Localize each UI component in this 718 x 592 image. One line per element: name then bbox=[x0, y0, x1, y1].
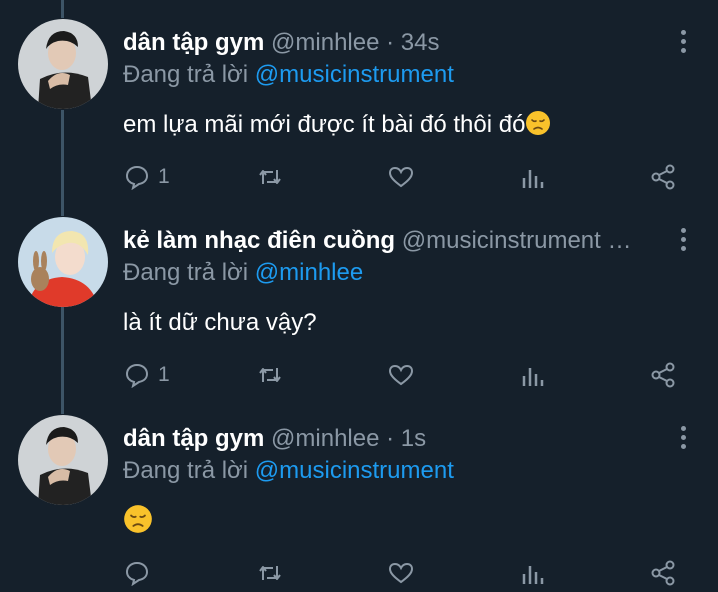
like-icon bbox=[388, 562, 414, 584]
like-button[interactable] bbox=[388, 360, 414, 390]
share-button[interactable] bbox=[650, 558, 676, 588]
more-icon[interactable] bbox=[680, 228, 688, 255]
like-button[interactable] bbox=[388, 162, 414, 192]
like-icon bbox=[388, 166, 414, 188]
reply-count: 1 bbox=[158, 165, 170, 188]
share-button[interactable] bbox=[650, 360, 676, 390]
reply-icon bbox=[125, 561, 149, 586]
like-button[interactable] bbox=[388, 558, 414, 588]
tweet-header: dân tập gym @minhlee · 1s bbox=[123, 422, 666, 456]
replying-to: Đang trả lời @minhlee bbox=[123, 256, 363, 290]
tweet[interactable]: dân tập gym @minhlee · 1s Đang trả lời @… bbox=[0, 396, 718, 592]
replying-to: Đang trả lời @musicinstrument bbox=[123, 58, 454, 92]
replying-to: Đang trả lời @musicinstrument bbox=[123, 454, 454, 488]
tweet[interactable]: dân tập gym @minhlee · 34s Đang trả lời … bbox=[0, 0, 718, 196]
tweet-actions bbox=[0, 558, 718, 588]
share-button[interactable] bbox=[650, 162, 676, 192]
tweet-actions: 1 bbox=[0, 162, 718, 192]
tweet-header: dân tập gym @minhlee · 34s bbox=[123, 26, 666, 60]
reply-count: 1 bbox=[158, 363, 170, 386]
avatar[interactable] bbox=[18, 19, 108, 109]
retweet-icon bbox=[259, 368, 281, 382]
pensive-face-emoji bbox=[526, 111, 551, 135]
separator-dot: · bbox=[386, 425, 395, 452]
like-icon bbox=[388, 364, 414, 386]
reply-icon bbox=[125, 363, 149, 388]
user-handle[interactable]: @minhlee bbox=[271, 425, 379, 452]
retweet-icon bbox=[259, 566, 281, 580]
retweet-icon bbox=[259, 170, 281, 184]
retweet-button[interactable] bbox=[257, 360, 283, 390]
replying-to-label: Đang trả lời bbox=[123, 457, 249, 484]
user-handle[interactable]: @musicinstrument … bbox=[402, 227, 632, 254]
display-name[interactable]: dân tập gym bbox=[123, 29, 264, 56]
analytics-icon bbox=[522, 170, 544, 188]
share-icon bbox=[651, 164, 675, 190]
mention-link[interactable]: @musicinstrument bbox=[255, 457, 454, 484]
timestamp[interactable]: 1s bbox=[401, 425, 426, 452]
tweet-text-content: là ít dữ chưa vậy? bbox=[123, 309, 317, 336]
more-icon[interactable] bbox=[680, 426, 688, 453]
analytics-button[interactable] bbox=[520, 558, 546, 588]
tweet-text bbox=[123, 504, 153, 540]
analytics-button[interactable] bbox=[520, 360, 546, 390]
retweet-button[interactable] bbox=[257, 558, 283, 588]
share-icon bbox=[651, 362, 675, 388]
tweet-text-content: em lựa mãi mới được ít bài đó thôi đó bbox=[123, 111, 526, 138]
analytics-icon bbox=[522, 566, 544, 584]
avatar[interactable] bbox=[18, 217, 108, 307]
timestamp[interactable]: 34s bbox=[401, 29, 440, 56]
display-name[interactable]: kẻ làm nhạc điên cuồng bbox=[123, 227, 395, 254]
display-name[interactable]: dân tập gym bbox=[123, 425, 264, 452]
more-icon[interactable] bbox=[680, 30, 688, 57]
retweet-button[interactable] bbox=[257, 162, 283, 192]
replying-to-label: Đang trả lời bbox=[123, 259, 249, 286]
reply-button[interactable]: 1 bbox=[124, 360, 170, 390]
analytics-button[interactable] bbox=[520, 162, 546, 192]
user-handle[interactable]: @minhlee bbox=[271, 29, 379, 56]
mention-link[interactable]: @minhlee bbox=[255, 259, 363, 286]
tweet-header: kẻ làm nhạc điên cuồng @musicinstrument … bbox=[123, 224, 666, 258]
separator-dot: · bbox=[386, 29, 395, 56]
mention-link[interactable]: @musicinstrument bbox=[255, 61, 454, 88]
tweet-actions: 1 bbox=[0, 360, 718, 390]
tweet-text: là ít dữ chưa vậy? bbox=[123, 306, 317, 340]
tweet[interactable]: kẻ làm nhạc điên cuồng @musicinstrument … bbox=[0, 198, 718, 394]
avatar[interactable] bbox=[18, 415, 108, 505]
reply-button[interactable] bbox=[124, 558, 150, 588]
analytics-icon bbox=[522, 368, 544, 386]
tweet-text: em lựa mãi mới được ít bài đó thôi đó bbox=[123, 108, 551, 142]
share-icon bbox=[651, 560, 675, 586]
pensive-face-emoji bbox=[124, 505, 152, 533]
replying-to-label: Đang trả lời bbox=[123, 61, 249, 88]
reply-button[interactable]: 1 bbox=[124, 162, 170, 192]
reply-icon bbox=[125, 165, 149, 190]
